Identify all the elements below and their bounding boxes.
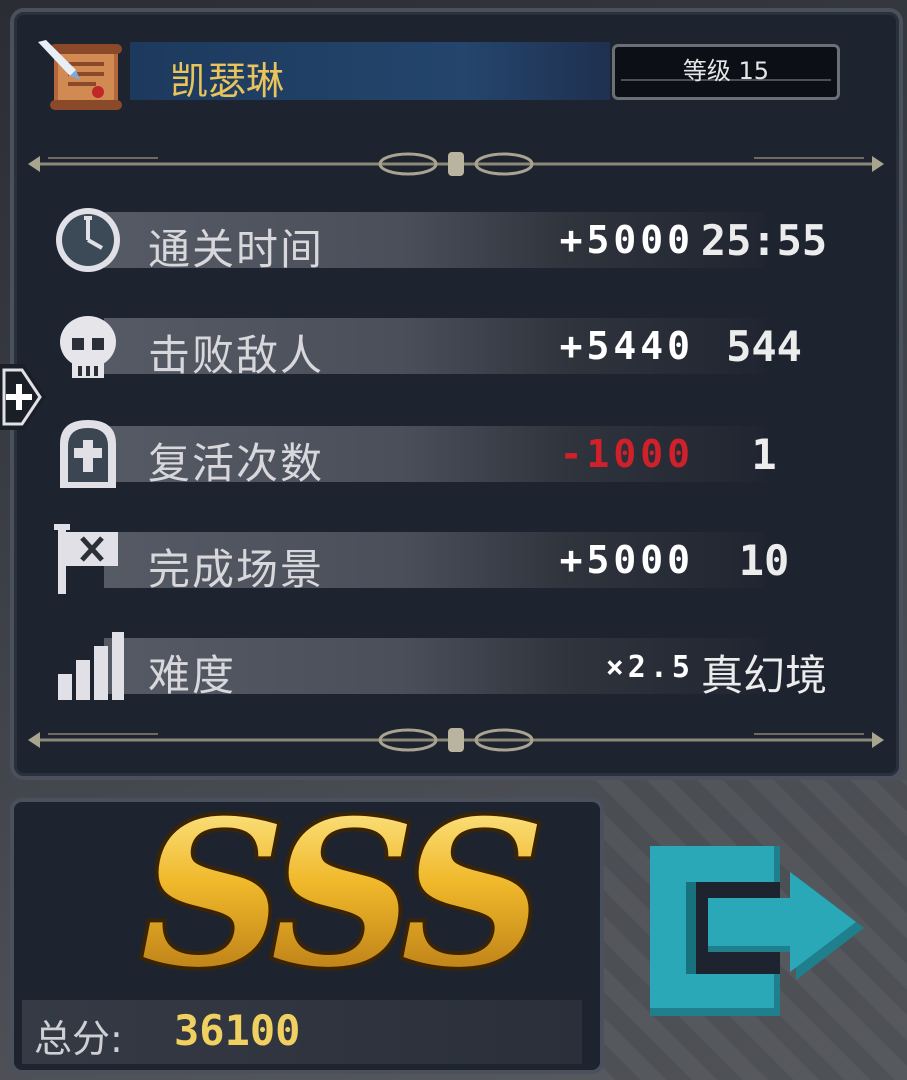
- stat-label: 通关时间: [148, 225, 325, 274]
- stat-score: -1000: [559, 432, 694, 476]
- stat-value: 1: [751, 430, 777, 479]
- stat-score: +5000: [559, 538, 694, 582]
- side-expand-tab[interactable]: [0, 364, 46, 430]
- scroll-quill-icon: [38, 40, 122, 110]
- total-label: 总分:: [34, 1017, 123, 1061]
- ornament-divider: [28, 152, 884, 176]
- stat-row-revives: 复活次数 -1000 1: [44, 418, 890, 488]
- level-label: 等级 15: [682, 57, 770, 85]
- difficulty-bars-icon: [58, 632, 124, 700]
- stat-label: 完成场景: [148, 545, 325, 594]
- stat-label: 击败敌人: [148, 331, 325, 380]
- stat-score: +5000: [559, 218, 694, 262]
- stat-value: 10: [738, 536, 790, 585]
- stat-value: 真幻境: [700, 651, 827, 700]
- skull-icon: [60, 316, 116, 378]
- character-name: 凯瑟琳: [170, 59, 285, 103]
- stat-score: ×2.5: [605, 650, 694, 685]
- stat-label: 难度: [148, 651, 237, 700]
- stat-value: 544: [726, 322, 802, 371]
- ornament-divider: [28, 728, 884, 752]
- stat-label: 复活次数: [148, 439, 325, 488]
- stat-value: 25:55: [700, 216, 828, 265]
- level-badge: 等级 15: [612, 44, 840, 100]
- exit-button[interactable]: [650, 846, 864, 1016]
- clock-icon: [56, 208, 120, 272]
- grade-rank: SSS: [137, 786, 548, 986]
- stat-row-time: 通关时间 +5000 25:55: [44, 204, 890, 274]
- tombstone-icon: [60, 420, 116, 488]
- stat-row-scenes: 完成场景 +5000 10: [44, 524, 890, 594]
- stat-row-kills: 击败敌人 +5440 544: [44, 310, 890, 380]
- exit-icon: [650, 846, 864, 1016]
- stat-row-difficulty: 难度 ×2.5 真幻境: [44, 630, 890, 700]
- grade-letters: SSS: [141, 786, 538, 986]
- total-score: 36100: [174, 1006, 301, 1055]
- flag-icon: [54, 524, 118, 594]
- stat-score: +5440: [559, 324, 694, 368]
